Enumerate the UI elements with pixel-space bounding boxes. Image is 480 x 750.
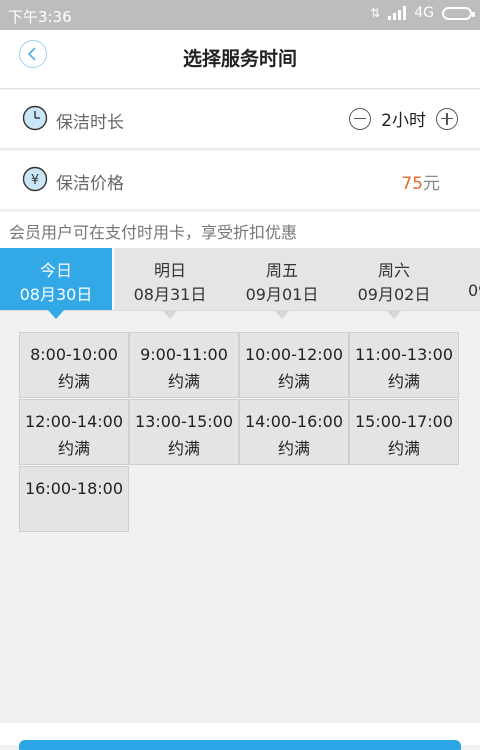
status-time: 下午3:36 — [8, 8, 72, 26]
yen-coin-icon: ¥ — [22, 166, 48, 192]
date-tab-date: 08月30日 — [19, 285, 93, 304]
price-value: 75元 — [401, 169, 440, 194]
duration-row: 保洁时长 2小时 — [0, 90, 480, 149]
nav-bar: 选择服务时间 — [0, 30, 480, 89]
time-slot[interactable]: 9:00-11:00 约满 — [129, 332, 239, 398]
slot-time: 14:00-16:00 — [245, 412, 343, 431]
slot-status: 约满 — [277, 372, 310, 391]
slot-time: 13:00-15:00 — [135, 412, 233, 431]
slot-status: 约满 — [167, 372, 200, 391]
date-tab-day: 明日 — [153, 261, 186, 280]
time-slot[interactable]: 11:00-13:00 约满 — [349, 332, 459, 398]
slot-status: 约满 — [387, 439, 420, 458]
date-tab-0[interactable]: 今日 08月30日 — [0, 248, 112, 310]
minus-circle-icon[interactable] — [349, 107, 372, 130]
member-notice-text: 会员用户可在支付时用卡，享受折扣优惠 — [9, 223, 298, 242]
slot-time: 11:00-13:00 — [355, 345, 453, 364]
time-slot[interactable]: 14:00-16:00 约满 — [239, 399, 349, 465]
date-tab-day: 周五 — [265, 261, 298, 280]
date-tabs: 今日 08月30日 明日 08月31日 周五 09月01日 周六 09月02日 … — [0, 248, 480, 311]
slot-status: 约满 — [57, 372, 90, 391]
date-tab-day: 周六 — [377, 261, 410, 280]
duration-value: 2小时 — [381, 111, 426, 131]
tab-pointer — [162, 310, 178, 319]
duration-label: 保洁时长 — [56, 113, 124, 133]
date-tab-date: 09月01日 — [245, 285, 319, 304]
status-bar: 下午3:36 ⇅ 4G — [0, 0, 480, 30]
active-tab-pointer — [48, 310, 64, 319]
date-tab-2[interactable]: 周五 09月01日 — [226, 248, 338, 310]
price-label: 保洁价格 — [56, 174, 124, 194]
date-tab-4[interactable]: 09 — [450, 248, 480, 310]
clock-icon — [22, 105, 48, 131]
tab-pointer — [274, 310, 290, 319]
duration-stepper: 2小时 — [349, 106, 458, 131]
price-amount: 75 — [401, 174, 423, 194]
time-slot[interactable]: 12:00-14:00 约满 — [19, 399, 129, 465]
slot-time: 12:00-14:00 — [25, 412, 123, 431]
status-icons: ⇅ 4G — [370, 5, 475, 21]
battery-icon — [442, 6, 475, 20]
time-slot[interactable]: 15:00-17:00 约满 — [349, 399, 459, 465]
network-type: 4G — [414, 5, 434, 21]
member-notice: 会员用户可在支付时用卡，享受折扣优惠 — [0, 212, 480, 248]
time-slot[interactable]: 16:00-18:00 — [19, 466, 129, 532]
date-tab-date: 08月31日 — [133, 285, 207, 304]
slot-time: 10:00-12:00 — [245, 345, 343, 364]
page-title: 选择服务时间 — [182, 48, 297, 70]
slot-status: 约满 — [57, 439, 90, 458]
slot-status: 约满 — [277, 439, 310, 458]
slot-time: 8:00-10:00 — [30, 345, 118, 364]
date-tab-date: 09月02日 — [357, 285, 431, 304]
data-arrows-icon: ⇅ — [370, 6, 381, 20]
signal-icon — [388, 6, 407, 20]
time-slot[interactable]: 10:00-12:00 约满 — [239, 332, 349, 398]
time-slot[interactable]: 8:00-10:00 约满 — [19, 332, 129, 398]
plus-circle-icon[interactable] — [436, 107, 458, 130]
date-tab-1[interactable]: 明日 08月31日 — [114, 248, 226, 310]
confirm-button[interactable] — [19, 740, 461, 750]
price-row: ¥ 保洁价格 75元 — [0, 151, 480, 210]
slot-time: 15:00-17:00 — [355, 412, 453, 431]
price-unit: 元 — [423, 174, 440, 194]
slot-status: 约满 — [387, 372, 420, 391]
time-slot[interactable]: 13:00-15:00 约满 — [129, 399, 239, 465]
slot-status: 约满 — [167, 439, 200, 458]
date-tab-day: 今日 — [39, 261, 72, 280]
date-tab-3[interactable]: 周六 09月02日 — [338, 248, 450, 310]
slot-time: 16:00-18:00 — [25, 479, 123, 498]
svg-text:¥: ¥ — [31, 173, 39, 188]
date-tab-date: 09 — [468, 281, 480, 300]
slot-time: 9:00-11:00 — [140, 345, 228, 364]
tab-pointer — [386, 310, 402, 319]
